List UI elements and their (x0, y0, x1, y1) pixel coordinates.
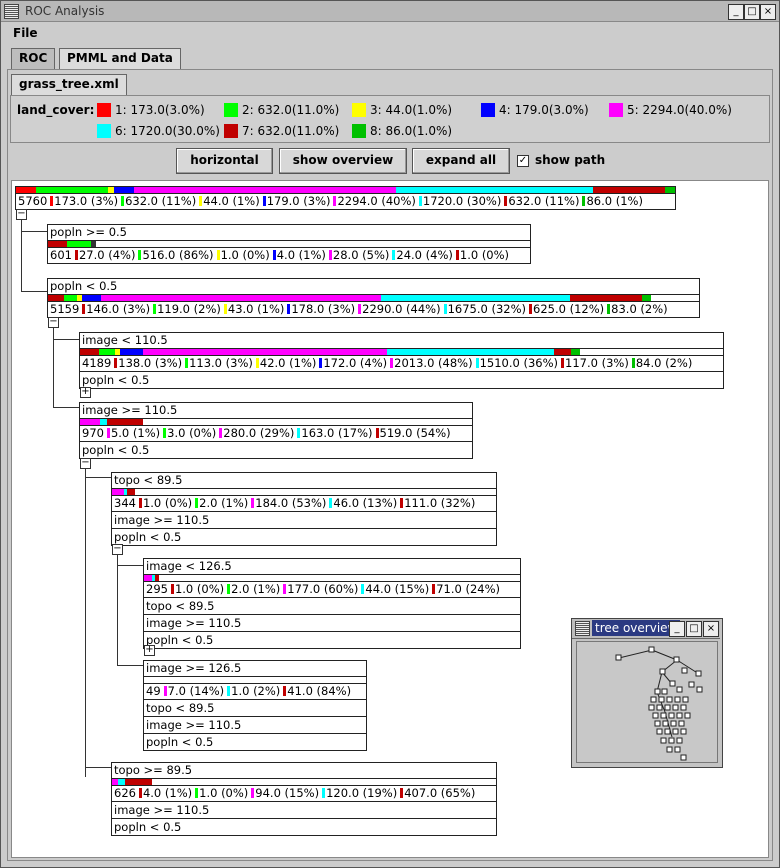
node-stats: 295 1.0 (0%) 2.0 (1%) 177.0 (60%) 44.0 (15%)… (144, 582, 520, 598)
tree-node[interactable]: popln >= 0.5 601 27.0 (4%) 516.0 (86%) 1.0 … (47, 224, 531, 264)
class-distribution-bar (112, 488, 496, 496)
node-path-item: popln < 0.5 (146, 633, 214, 647)
tree-overview-canvas[interactable] (576, 641, 718, 763)
expand-all-button[interactable]: expand all (412, 148, 510, 174)
class-distribution-bar (80, 348, 723, 356)
show-path-checkbox[interactable]: ✓ (517, 155, 529, 167)
class-distribution-bar (144, 574, 520, 582)
tree-node-root[interactable]: 5760 173.0 (3%) 632.0 (11%) 44.0 (1%) 179.0 … (15, 186, 676, 210)
class-distribution-bar (48, 240, 530, 248)
overview-maximize-button[interactable]: □ (686, 621, 702, 637)
maximize-button[interactable]: □ (744, 4, 760, 20)
show-overview-button[interactable]: show overview (279, 148, 407, 174)
legend-label: land_cover: (17, 103, 95, 117)
legend-item: 1: 173.0(3.0%) (97, 103, 205, 117)
node-condition: popln < 0.5 (50, 279, 118, 293)
node-stats: 49 7.0 (14%) 1.0 (2%) 41.0 (84%) (144, 684, 366, 700)
legend-item: 7: 632.0(11.0%) (224, 124, 339, 138)
node-stats: 970 5.0 (1%) 3.0 (0%) 280.0 (29%) 163.0 (17%… (80, 426, 472, 442)
node-path-item: topo < 89.5 (144, 598, 520, 615)
window-menu-icon[interactable] (4, 4, 19, 19)
tree-node[interactable]: topo >= 89.5 626 4.0 (1%) 1.0 (0%) 94.0 (15… (111, 762, 497, 836)
node-condition: image >= 110.5 (82, 403, 178, 417)
node-path-item: topo < 89.5 (144, 700, 366, 717)
menu-file[interactable]: File (13, 26, 38, 40)
tree-node[interactable]: topo < 89.5 344 1.0 (0%) 2.0 (1%) 184.0 (53… (111, 472, 497, 546)
minimize-button[interactable]: _ (728, 4, 744, 20)
expand-toggle[interactable]: + (144, 645, 155, 656)
legend-swatch (352, 124, 366, 138)
tree-node[interactable]: image < 110.5 4189 138.0 (3%) 113.0 (3%) 42… (79, 332, 724, 389)
legend-swatch (609, 103, 623, 117)
node-path-item: popln < 0.5 (114, 820, 182, 834)
legend-item: 2: 632.0(11.0%) (224, 103, 339, 117)
legend-swatch (97, 124, 111, 138)
node-stats: 5760 173.0 (3%) 632.0 (11%) 44.0 (1%) 179.0 … (18, 194, 643, 208)
legend-swatch (481, 103, 495, 117)
window-title: ROC Analysis (25, 4, 105, 18)
tab-grass-tree-xml[interactable]: grass_tree.xml (11, 74, 127, 95)
overview-close-button[interactable]: × (703, 621, 719, 637)
overview-menu-icon[interactable] (575, 621, 590, 636)
tab-roc[interactable]: ROC (11, 48, 56, 69)
node-stats: 4189 138.0 (3%) 113.0 (3%) 42.0 (1%) 172.0 (… (80, 356, 723, 372)
collapse-toggle[interactable]: − (16, 209, 27, 220)
node-path-item: popln < 0.5 (82, 443, 150, 457)
node-stats: 344 1.0 (0%) 2.0 (1%) 184.0 (53%) 46.0 (13%)… (112, 496, 496, 512)
node-path-item: popln < 0.5 (114, 530, 182, 544)
node-condition: popln >= 0.5 (50, 225, 127, 239)
node-path-item: popln < 0.5 (146, 735, 214, 749)
collapse-toggle[interactable]: − (80, 458, 91, 469)
tree-overview-title: tree overview (592, 620, 681, 636)
legend-item: 5: 2294.0(40.0%) (609, 103, 732, 117)
node-condition: image < 110.5 (82, 333, 168, 347)
legend-swatch (352, 103, 366, 117)
class-distribution-bar (112, 778, 496, 786)
menu-bar: File (1, 22, 779, 44)
legend-item: 3: 44.0(1.0%) (352, 103, 452, 117)
node-path-item: image >= 110.5 (112, 512, 496, 529)
node-path-item: image >= 110.5 (112, 802, 496, 819)
close-button[interactable]: × (760, 4, 776, 20)
tree-overview-titlebar[interactable]: tree overview _ □ × (572, 619, 720, 639)
node-stats: 626 4.0 (1%) 1.0 (0%) 94.0 (15%) 120.0 (19%)… (112, 786, 496, 802)
legend-swatch (224, 103, 238, 117)
node-path-item: image >= 110.5 (144, 717, 366, 734)
overview-minimize-button[interactable]: _ (669, 621, 685, 637)
tree-node[interactable]: image >= 126.5 49 7.0 (14%) 1.0 (2%) 41.0 (… (143, 660, 367, 751)
legend-item: 4: 179.0(3.0%) (481, 103, 589, 117)
tree-node[interactable]: image >= 110.5 970 5.0 (1%) 3.0 (0%) 280.0 … (79, 402, 473, 459)
class-distribution-bar (48, 294, 699, 302)
tab-pmml-and-data[interactable]: PMML and Data (59, 48, 181, 69)
horizontal-button[interactable]: horizontal (176, 148, 273, 174)
title-bar[interactable]: ROC Analysis _ □ × (1, 1, 779, 22)
app-window: ROC Analysis _ □ × File ROC PMML and Dat… (0, 0, 780, 868)
legend-swatch (224, 124, 238, 138)
class-distribution-bar (80, 418, 472, 426)
expand-toggle[interactable]: + (80, 387, 91, 398)
tree-node[interactable]: popln < 0.5 5159 146.0 (3%) 119.0 (2%) 43.0… (47, 278, 700, 318)
node-condition: topo >= 89.5 (114, 763, 193, 777)
node-condition: image >= 126.5 (146, 661, 242, 675)
show-path-label: show path (535, 153, 606, 167)
class-distribution-bar (144, 676, 366, 684)
node-stats: 601 27.0 (4%) 516.0 (86%) 1.0 (0%) 4.0 (1%) 2… (50, 248, 510, 262)
node-condition: topo < 89.5 (114, 473, 183, 487)
legend-item: 8: 86.0(1.0%) (352, 124, 452, 138)
class-distribution-bar (16, 187, 675, 194)
node-path-item: popln < 0.5 (82, 373, 150, 387)
node-path-item: image >= 110.5 (144, 615, 520, 632)
legend-swatch (97, 103, 111, 117)
node-condition: image < 126.5 (146, 559, 232, 573)
node-stats: 5159 146.0 (3%) 119.0 (2%) 43.0 (1%) 178.0 (… (50, 302, 668, 316)
legend-panel: land_cover: 1: 173.0(3.0%) 2: 632.0(11.0… (10, 95, 770, 143)
tree-node[interactable]: image < 126.5 295 1.0 (0%) 2.0 (1%) 177.0 (… (143, 558, 521, 649)
collapse-toggle[interactable]: − (48, 317, 59, 328)
legend-item: 6: 1720.0(30.0%) (97, 124, 220, 138)
tree-overview-thumbnail (615, 646, 703, 761)
tree-overview-window[interactable]: tree overview _ □ × (571, 618, 723, 768)
collapse-toggle[interactable]: − (112, 544, 123, 555)
